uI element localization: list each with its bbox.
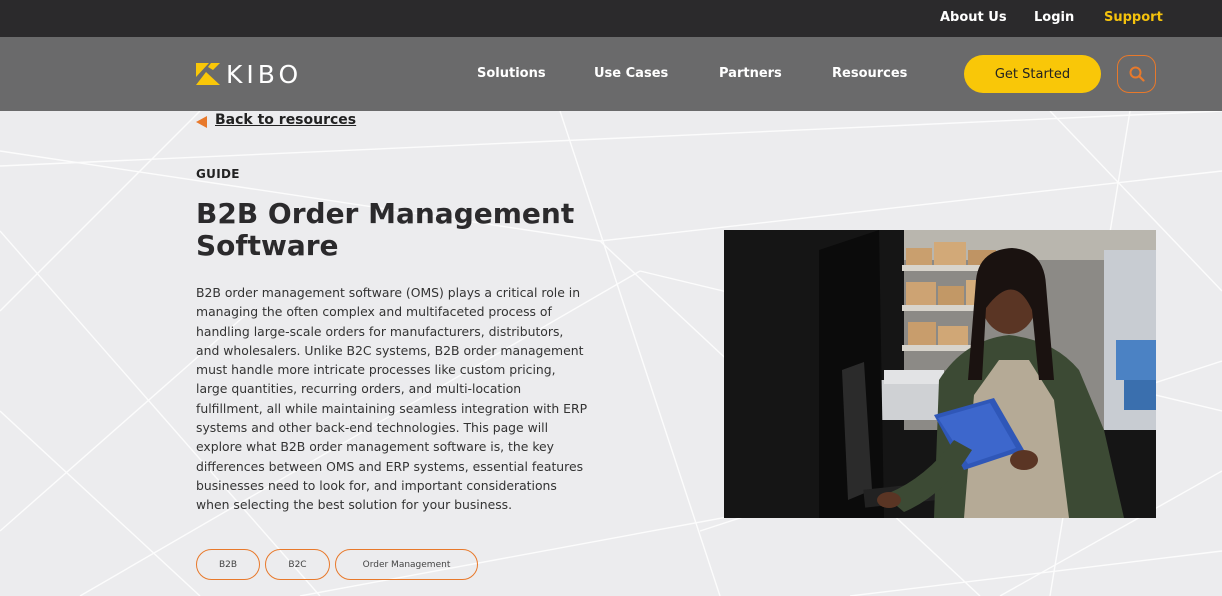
content-type-label: GUIDE (196, 167, 240, 181)
tag-order-management[interactable]: Order Management (335, 549, 478, 580)
get-started-button[interactable]: Get Started (964, 55, 1101, 93)
kibo-logo-mark-icon (196, 63, 220, 85)
logo-wordmark: KIBO (226, 60, 303, 89)
nav-item-partners[interactable]: Partners (719, 66, 782, 81)
nav-item-solutions[interactable]: Solutions (477, 66, 546, 81)
top-utility-bar: About Us Login Support (0, 0, 1222, 37)
page-title: B2B Order Management Software (196, 197, 575, 262)
tag-b2c[interactable]: B2C (265, 549, 330, 580)
tag-b2b[interactable]: B2B (196, 549, 260, 580)
nav-item-use-cases[interactable]: Use Cases (594, 66, 668, 81)
search-button[interactable] (1117, 55, 1156, 93)
main-navbar: KIBO Solutions Use Cases Partners Resour… (0, 37, 1222, 111)
back-to-resources-label: Back to resources (215, 112, 357, 128)
search-icon (1129, 66, 1145, 82)
support-link[interactable]: Support (1104, 10, 1163, 25)
login-link[interactable]: Login (1034, 10, 1074, 25)
about-us-link[interactable]: About Us (940, 10, 1007, 25)
hero-photo (724, 230, 1156, 518)
intro-paragraph: B2B order management software (OMS) play… (196, 285, 588, 513)
back-arrow-icon (196, 116, 207, 128)
warehouse-worker-image (724, 230, 1156, 518)
nav-item-resources[interactable]: Resources (832, 66, 907, 81)
kibo-logo[interactable]: KIBO (196, 60, 326, 89)
